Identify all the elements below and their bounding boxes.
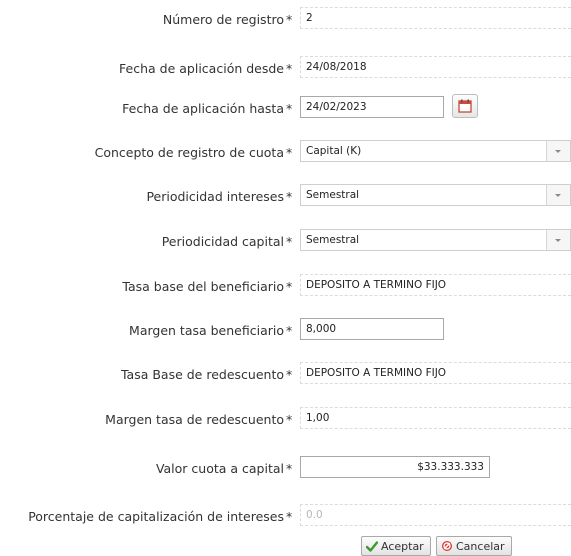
row-valor-cuota-capital: Valor cuota a capital * $33.333.333 [0, 456, 571, 480]
row-periodicidad-intereses: Periodicidad intereses * Semestral [0, 184, 571, 208]
row-fecha-hasta: Fecha de aplicación hasta * 24/02/2023 [0, 94, 571, 120]
required-mark: * [286, 461, 293, 476]
accept-button-label: Aceptar [381, 540, 424, 553]
tasa-base-redescuento-field: DEPOSITO A TERMINO FIJO [300, 362, 571, 384]
periodicidad-intereses-select[interactable]: Semestral [300, 184, 571, 206]
row-tasa-base-redescuento: Tasa Base de redescuento * DEPOSITO A TE… [0, 362, 571, 386]
fecha-hasta-label: Fecha de aplicación hasta [122, 101, 284, 116]
row-margen-tasa-redescuento: Margen tasa de redescuento * 1,00 [0, 407, 571, 431]
numero-registro-label: Número de registro [162, 12, 284, 27]
margen-tasa-redescuento-label: Margen tasa de redescuento [105, 412, 284, 427]
periodicidad-capital-label: Periodicidad capital [161, 234, 284, 249]
fecha-hasta-input[interactable]: 24/02/2023 [300, 96, 444, 118]
required-mark: * [286, 12, 293, 27]
required-mark: * [286, 61, 293, 76]
margen-tasa-beneficiario-label: Margen tasa beneficiario [129, 323, 284, 338]
tasa-base-redescuento-label: Tasa Base de redescuento [120, 367, 284, 382]
row-fecha-desde: Fecha de aplicación desde * 24/08/2018 [0, 56, 571, 80]
required-mark: * [286, 145, 293, 160]
required-mark: * [286, 279, 293, 294]
calendar-icon [458, 99, 472, 113]
required-mark: * [286, 509, 293, 524]
margen-tasa-beneficiario-input[interactable]: 8,000 [300, 318, 444, 340]
margen-tasa-redescuento-field: 1,00 [300, 407, 571, 429]
row-periodicidad-capital: Periodicidad capital * Semestral [0, 229, 571, 253]
calendar-button[interactable] [452, 94, 478, 118]
required-mark: * [286, 367, 293, 382]
accept-button[interactable]: Aceptar [361, 536, 431, 556]
numero-registro-field: 2 [300, 7, 571, 29]
porcentaje-capitalizacion-label: Porcentaje de capitalización de interese… [28, 509, 284, 524]
required-mark: * [286, 323, 293, 338]
periodicidad-intereses-value: Semestral [306, 189, 360, 201]
periodicidad-capital-value: Semestral [306, 234, 360, 246]
required-mark: * [286, 101, 293, 116]
chevron-down-icon [546, 230, 570, 250]
row-concepto: Concepto de registro de cuota * Capital … [0, 140, 571, 164]
valor-cuota-capital-input[interactable]: $33.333.333 [300, 456, 490, 478]
periodicidad-intereses-label: Periodicidad intereses [146, 189, 284, 204]
concepto-value: Capital (K) [306, 145, 362, 157]
concepto-select[interactable]: Capital (K) [300, 140, 571, 162]
required-mark: * [286, 234, 293, 249]
required-mark: * [286, 189, 293, 204]
valor-cuota-capital-label: Valor cuota a capital [155, 461, 284, 476]
row-numero-registro: Número de registro * 2 [0, 7, 571, 31]
periodicidad-capital-select[interactable]: Semestral [300, 229, 571, 251]
row-margen-tasa-beneficiario: Margen tasa beneficiario * 8,000 [0, 318, 571, 342]
fecha-desde-field: 24/08/2018 [300, 56, 571, 78]
row-tasa-base-beneficiario: Tasa base del beneficiario * DEPOSITO A … [0, 274, 571, 298]
tasa-base-beneficiario-field: DEPOSITO A TERMINO FIJO [300, 274, 571, 296]
chevron-down-icon [546, 185, 570, 205]
required-mark: * [286, 412, 293, 427]
porcentaje-capitalizacion-field: 0.0 [300, 504, 571, 526]
cancel-button[interactable]: Cancelar [436, 536, 512, 556]
concepto-label: Concepto de registro de cuota [94, 145, 284, 160]
tasa-base-beneficiario-label: Tasa base del beneficiario [122, 279, 284, 294]
checkmark-icon [365, 541, 379, 552]
row-porcentaje-capitalizacion: Porcentaje de capitalización de interese… [0, 504, 571, 528]
cancel-button-label: Cancelar [456, 540, 505, 553]
chevron-down-icon [546, 141, 570, 161]
cancel-icon [442, 541, 452, 551]
fecha-desde-label: Fecha de aplicación desde [119, 61, 284, 76]
